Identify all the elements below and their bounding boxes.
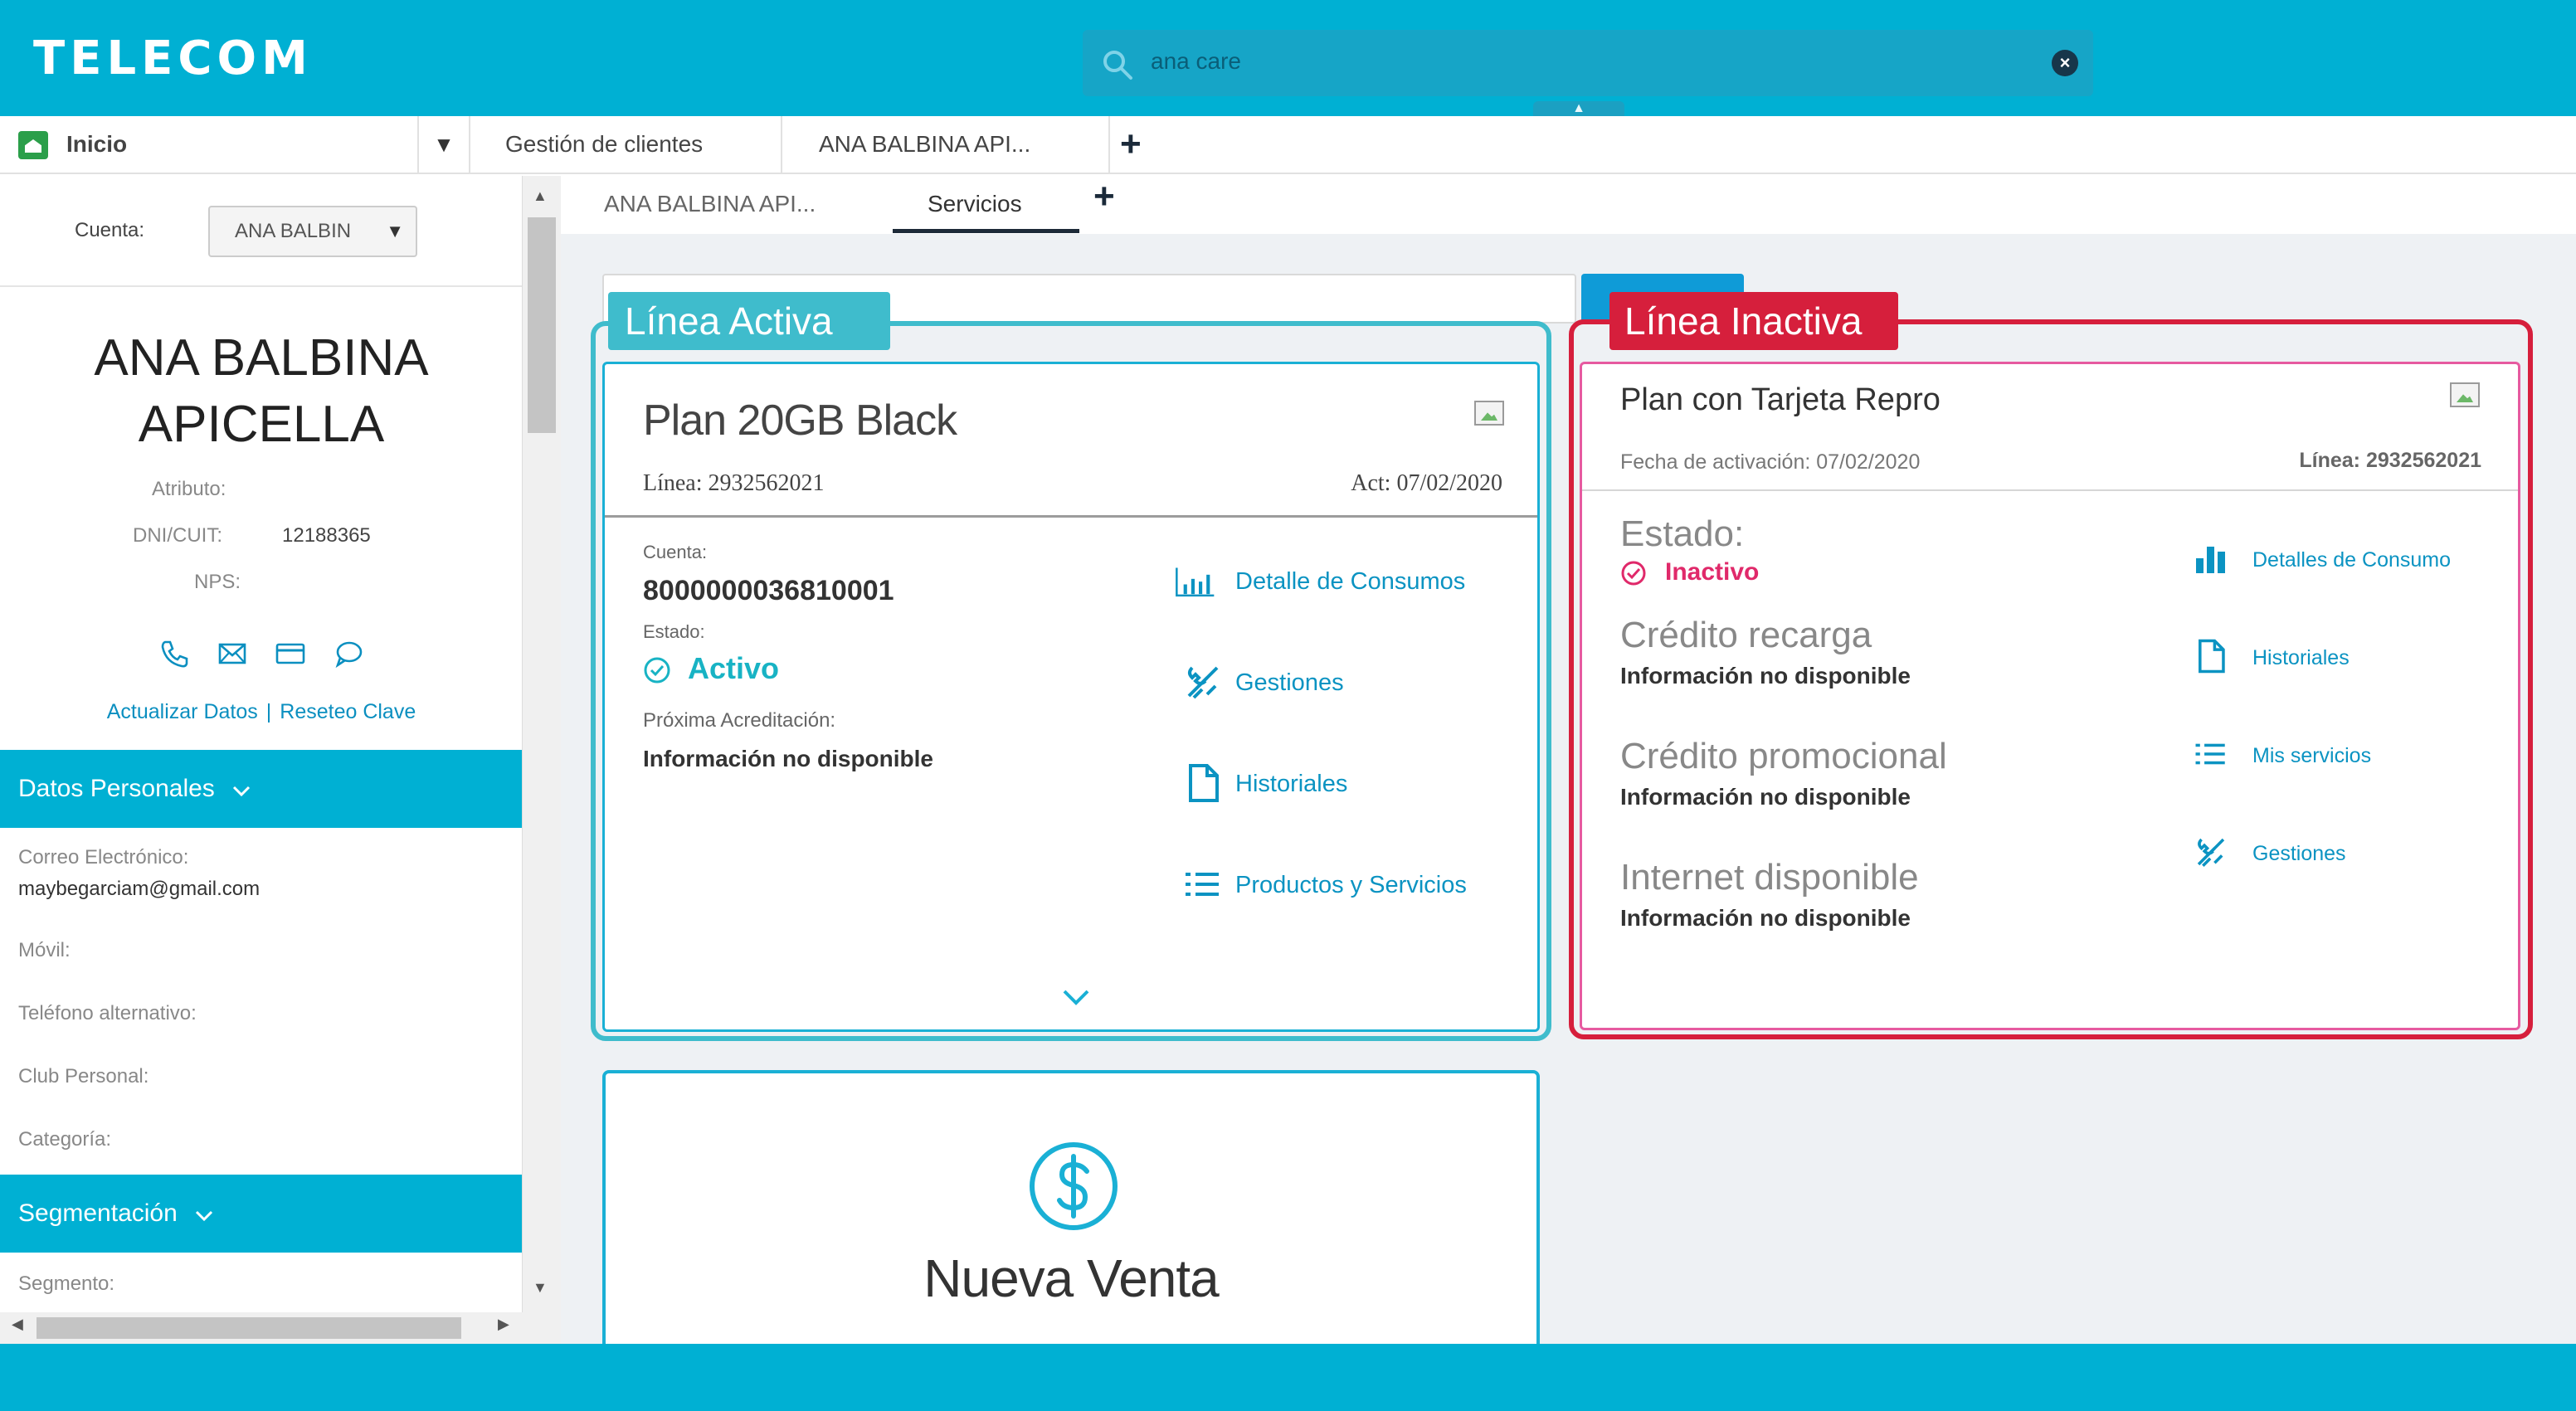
- dni-value: 12188365: [282, 524, 371, 547]
- scroll-left-arrow-icon[interactable]: ◀: [12, 1316, 23, 1333]
- tab-inicio[interactable]: Inicio: [0, 116, 419, 173]
- customer-name-line2: APICELLA: [138, 396, 385, 453]
- scroll-up-arrow-icon[interactable]: ▲: [533, 187, 548, 205]
- link-separator: |: [265, 700, 272, 723]
- bottom-bar: [0, 1344, 2576, 1411]
- section-title: Segmentación: [18, 1199, 178, 1227]
- inactive-line-annotation-label: Línea Inactiva: [1609, 292, 1898, 350]
- tab-gestion-clientes[interactable]: Gestión de clientes: [470, 116, 782, 173]
- nps-label: NPS:: [194, 571, 241, 593]
- sidebar-links: Actualizar Datos | Reseteo Clave: [0, 700, 522, 724]
- nueva-venta-card[interactable]: Nueva Venta: [602, 1070, 1540, 1344]
- tab-dropdown-button[interactable]: ▼: [419, 116, 470, 173]
- subtab-servicios[interactable]: Servicios: [928, 191, 1022, 217]
- search-icon: [1103, 51, 1132, 80]
- active-subtab-indicator: [893, 229, 1079, 233]
- card-icon[interactable]: [274, 637, 307, 670]
- subtab-bar: [561, 176, 2576, 234]
- customer-name-line1: ANA BALBINA: [94, 329, 429, 387]
- top-header: TELECOM ana care × ▲: [0, 0, 2576, 116]
- global-search[interactable]: ana care ×: [1083, 30, 2093, 96]
- correo-value: maybegarciam@gmail.com: [18, 878, 261, 900]
- sidebar-horizontal-scrollbar[interactable]: ◀ ▶: [0, 1312, 561, 1344]
- scroll-right-arrow-icon[interactable]: ▶: [498, 1316, 509, 1333]
- chat-icon[interactable]: [332, 637, 365, 670]
- add-tab-button[interactable]: +: [1120, 116, 1153, 173]
- cuenta-label: Cuenta:: [75, 219, 145, 241]
- dollar-icon: [1030, 1142, 1118, 1230]
- divider: [0, 285, 522, 287]
- contact-actions: [154, 637, 370, 674]
- telecom-logo: TELECOM: [33, 32, 313, 85]
- segmentacion-header[interactable]: Segmentación: [0, 1175, 522, 1253]
- home-icon: [18, 131, 48, 159]
- reseteo-clave-link[interactable]: Reseteo Clave: [280, 700, 416, 723]
- active-line-annotation-label: Línea Activa: [608, 292, 890, 350]
- customer-sidebar: Cuenta: ANA BALBIN ▼ ANA BALBINA APICELL…: [0, 176, 523, 1344]
- chevron-down-icon: ▼: [386, 221, 404, 241]
- inactive-line-annotation-frame: [1569, 319, 2533, 1039]
- scrollbar-thumb[interactable]: [37, 1317, 461, 1339]
- cuenta-select[interactable]: ANA BALBIN ▼: [208, 206, 417, 257]
- movil-label: Móvil:: [18, 939, 71, 961]
- clear-search-icon[interactable]: ×: [2052, 50, 2078, 76]
- search-collapse-handle[interactable]: ▲: [1533, 101, 1624, 116]
- active-line-annotation-frame: [591, 321, 1551, 1041]
- chevron-down-icon: [196, 1210, 213, 1222]
- tab-ana-balbina[interactable]: ANA BALBINA API...: [782, 116, 1110, 173]
- cuenta-select-value: ANA BALBIN: [235, 220, 352, 242]
- tab-label: Inicio: [66, 131, 128, 157]
- atributo-label: Atributo:: [152, 478, 226, 500]
- customer-name: ANA BALBINA APICELLA: [0, 325, 522, 458]
- categoria-label: Categoría:: [18, 1128, 112, 1151]
- chevron-down-icon: [233, 786, 251, 797]
- email-icon[interactable]: [216, 637, 249, 670]
- segmento-label: Segmento:: [18, 1272, 115, 1295]
- section-title: Datos Personales: [18, 775, 215, 802]
- scroll-down-arrow-icon[interactable]: ▼: [533, 1279, 548, 1297]
- workspace-tab-bar: Inicio ▼ Gestión de clientes ANA BALBINA…: [0, 116, 2576, 174]
- correo-label: Correo Electrónico:: [18, 846, 189, 868]
- scrollbar-thumb[interactable]: [528, 217, 556, 433]
- search-input[interactable]: ana care: [1151, 48, 1241, 75]
- sidebar-vertical-scrollbar[interactable]: ▲ ▼: [523, 176, 561, 1312]
- add-subtab-button[interactable]: +: [1093, 176, 1115, 217]
- nueva-venta-title: Nueva Venta: [923, 1248, 1220, 1308]
- phone-icon[interactable]: [158, 637, 191, 670]
- club-personal-label: Club Personal:: [18, 1065, 149, 1087]
- dni-label: DNI/CUIT:: [133, 524, 222, 547]
- subtab-ana-balbina[interactable]: ANA BALBINA API...: [604, 191, 816, 217]
- actualizar-datos-link[interactable]: Actualizar Datos: [107, 700, 258, 723]
- telefono-alternativo-label: Teléfono alternativo:: [18, 1002, 197, 1024]
- datos-personales-header[interactable]: Datos Personales: [0, 750, 522, 828]
